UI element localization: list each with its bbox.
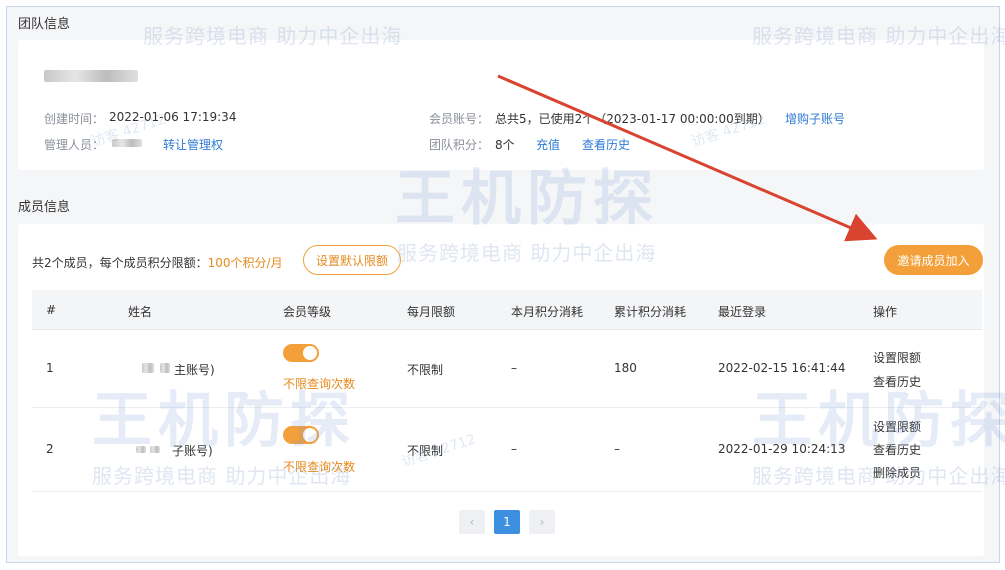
transfer-admin-link[interactable]: 转让管理权 (163, 136, 223, 153)
points-value: 8个 (495, 138, 515, 152)
row-index: 1 (46, 361, 54, 375)
month-used: – (511, 361, 517, 375)
last-login: 2022-02-15 16:41:44 (718, 361, 846, 375)
admin-name-redacted (112, 139, 142, 147)
create-time-value: 2022-01-06 17:19:34 (109, 110, 237, 124)
col-monthly-limit: 每月限额 (407, 305, 456, 319)
next-page-button[interactable]: › (529, 510, 555, 534)
table-row: 1 主账号) 不限查询次数 不限制 – 180 2022-02-15 16:41… (32, 330, 982, 408)
level-text: 不限查询次数 (283, 377, 356, 391)
members-section-title: 成员信息 (18, 200, 71, 215)
table-row: 2 子账号) 不限查询次数 不限制 – – 2022-01-29 10:24:1… (32, 408, 982, 492)
last-login: 2022-01-29 10:24:13 (718, 442, 846, 456)
col-actions: 操作 (873, 305, 898, 319)
members-table-header: # 姓名 会员等级 每月限额 本月积分消耗 累计积分消耗 最近登录 操作 (32, 290, 982, 330)
team-name-redacted (44, 70, 138, 82)
level-text: 不限查询次数 (283, 460, 356, 474)
create-time-label: 创建时间： (44, 112, 105, 126)
member-name-redacted (142, 363, 154, 373)
member-name-redacted (150, 446, 160, 453)
col-last-login: 最近登录 (718, 305, 767, 319)
team-info-card: 创建时间： 2022-01-06 17:19:34 管理人员： 转让管理权 会员… (18, 40, 984, 170)
points-history-link[interactable]: 查看历史 (582, 136, 630, 153)
page-1-button[interactable]: 1 (494, 510, 520, 534)
month-used: – (511, 442, 517, 456)
members-summary: 共2个成员，每个成员积分限额：100个积分/月 (32, 254, 283, 271)
col-index: # (46, 303, 57, 317)
members-summary-limit: 100个积分/月 (207, 256, 283, 270)
invite-member-button[interactable]: 邀请成员加入 (884, 245, 983, 275)
total-used: 180 (614, 361, 637, 375)
col-level: 会员等级 (283, 305, 332, 319)
account-value: 总共5，已使用2个（2023-01-17 00:00:00到期） (495, 112, 770, 126)
total-used: – (614, 442, 620, 456)
admin-label: 管理人员： (44, 138, 105, 152)
delete-member-link[interactable]: 删除成员 (873, 464, 921, 481)
col-month-used: 本月积分消耗 (511, 305, 584, 319)
view-history-link[interactable]: 查看历史 (873, 441, 921, 458)
level-toggle[interactable] (283, 426, 319, 444)
level-toggle[interactable] (283, 344, 319, 362)
member-name: 主账号) (174, 363, 215, 377)
monthly-limit: 不限制 (407, 444, 444, 458)
monthly-limit: 不限制 (407, 363, 444, 377)
team-section-title: 团队信息 (18, 17, 71, 32)
set-default-limit-button[interactable]: 设置默认限额 (303, 245, 401, 275)
member-name-redacted (136, 446, 146, 453)
view-history-link[interactable]: 查看历史 (873, 373, 921, 390)
points-label: 团队积分： (429, 138, 490, 152)
member-name: 子账号) (172, 444, 213, 458)
prev-page-button[interactable]: ‹ (459, 510, 485, 534)
col-total-used: 累计积分消耗 (614, 305, 687, 319)
set-limit-link[interactable]: 设置限额 (873, 418, 921, 435)
recharge-link[interactable]: 充值 (536, 136, 560, 153)
members-summary-prefix: 共2个成员，每个成员积分限额： (32, 256, 208, 270)
row-index: 2 (46, 442, 54, 456)
account-label: 会员账号： (429, 112, 490, 126)
buy-sub-account-link[interactable]: 增购子账号 (785, 110, 845, 127)
col-name: 姓名 (128, 305, 153, 319)
member-name-redacted (160, 363, 170, 373)
set-limit-link[interactable]: 设置限额 (873, 349, 921, 366)
